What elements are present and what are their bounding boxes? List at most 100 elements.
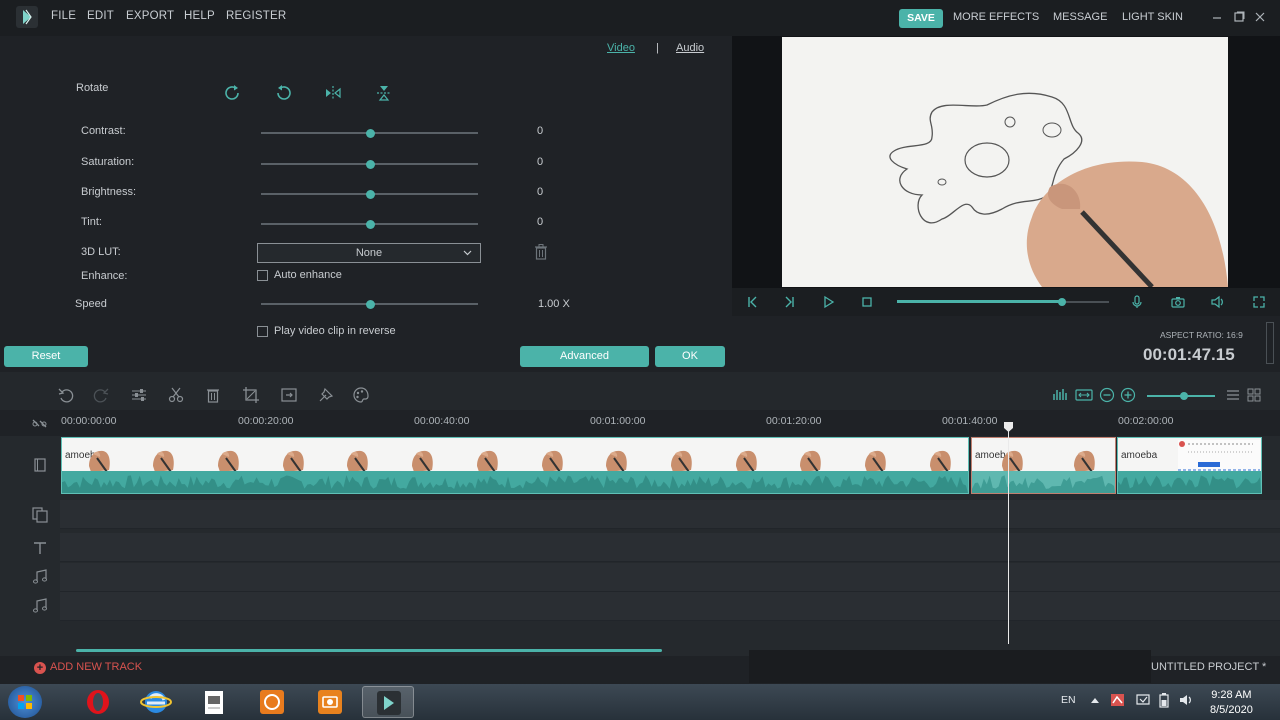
lut-select[interactable]: None (257, 243, 481, 263)
delete-icon[interactable] (204, 386, 222, 404)
auto-enhance-label: Auto enhance (274, 269, 342, 281)
list-view-icon[interactable] (1224, 386, 1242, 404)
tint-label: Tint: (81, 216, 102, 228)
speaker-icon[interactable] (1178, 692, 1194, 711)
advanced-button[interactable]: Advanced (520, 346, 649, 367)
antivirus-tray-icon[interactable] (1110, 692, 1126, 711)
ok-button[interactable]: OK (655, 346, 725, 367)
adjust-icon[interactable] (130, 386, 148, 404)
redo-icon[interactable] (92, 386, 110, 404)
trash-icon[interactable] (534, 244, 548, 260)
reverse-checkbox[interactable] (257, 326, 268, 337)
next-frame-icon[interactable] (782, 294, 798, 310)
clock-time: 9:28 AM (1211, 689, 1252, 701)
stop-icon[interactable] (859, 294, 875, 310)
language-indicator[interactable]: EN (1061, 694, 1076, 706)
skip-back-icon[interactable] (744, 294, 760, 310)
saturation-slider-knob[interactable] (365, 160, 375, 169)
rotate-clockwise-icon[interactable] (223, 83, 243, 103)
contrast-slider[interactable] (261, 129, 478, 138)
thumbnail-hand-image (347, 450, 369, 473)
tint-slider-knob[interactable] (365, 220, 375, 229)
message-link[interactable]: MESSAGE (1053, 11, 1107, 23)
action-center-icon[interactable] (1135, 692, 1151, 711)
saturation-slider[interactable] (261, 160, 478, 169)
video-clip-1[interactable]: amoeba (61, 437, 969, 494)
internet-explorer-taskbar-icon[interactable] (130, 686, 182, 718)
freeze-frame-icon[interactable] (280, 386, 298, 404)
zoom-slider-knob[interactable] (1180, 392, 1188, 400)
undo-icon[interactable] (57, 386, 75, 404)
video-clip-2[interactable]: amoeba (971, 437, 1116, 494)
battery-icon[interactable] (1158, 692, 1170, 711)
filmora-taskbar-icon[interactable] (362, 686, 414, 718)
thumbnail-hand-image (671, 450, 692, 473)
fit-timeline-icon[interactable] (1075, 386, 1093, 404)
saturation-label: Saturation: (81, 156, 135, 168)
audio-mixer-icon[interactable] (1051, 386, 1069, 404)
volume-icon[interactable] (1210, 294, 1226, 310)
menu-register[interactable]: REGISTER (226, 10, 286, 22)
track-row-video2[interactable] (60, 500, 1280, 529)
playhead-line[interactable] (1008, 424, 1009, 644)
tab-video[interactable]: Video (607, 42, 635, 54)
video-clip-3[interactable]: amoeba (1117, 437, 1262, 494)
brightness-slider[interactable] (261, 190, 478, 199)
maximize-icon[interactable] (1231, 9, 1247, 25)
light-skin-link[interactable]: LIGHT SKIN (1122, 11, 1183, 23)
tab-audio[interactable]: Audio (676, 42, 704, 54)
cut-icon[interactable] (167, 386, 185, 404)
clock-date: 8/5/2020 (1210, 704, 1253, 716)
camera-icon[interactable] (1170, 294, 1186, 310)
menu-export[interactable]: EXPORT (126, 10, 174, 22)
zoom-out-icon[interactable] (1098, 386, 1116, 404)
taskbar-clock[interactable]: 9:28 AM 8/5/2020 (1210, 688, 1253, 718)
speed-slider-knob[interactable] (365, 300, 375, 309)
preview-side-handle[interactable] (1266, 322, 1274, 364)
presentation-taskbar-icon[interactable] (246, 686, 298, 718)
show-hidden-icons-icon[interactable] (1089, 692, 1101, 711)
camera-app-taskbar-icon[interactable] (304, 686, 356, 718)
track-row-audio2[interactable] (60, 592, 1280, 621)
timeline-scrollbar[interactable] (76, 649, 662, 652)
microphone-icon[interactable] (1129, 294, 1145, 310)
grid-view-icon[interactable] (1245, 386, 1263, 404)
speed-label: Speed (75, 298, 107, 310)
more-effects-link[interactable]: MORE EFFECTS (953, 11, 1039, 23)
link-icon[interactable] (31, 415, 49, 433)
crop-icon[interactable] (242, 386, 260, 404)
add-new-track-button[interactable]: + ADD NEW TRACK (34, 661, 142, 674)
speed-slider[interactable] (261, 300, 478, 309)
thumbnail-hand-image (541, 450, 563, 473)
auto-enhance-checkbox[interactable] (257, 270, 268, 281)
chevron-down-icon (463, 244, 472, 268)
track-row-audio1[interactable] (60, 563, 1280, 592)
opera-taskbar-icon[interactable] (72, 686, 124, 718)
menu-help[interactable]: HELP (184, 10, 215, 22)
effects-pin-icon[interactable] (317, 386, 335, 404)
tint-slider[interactable] (261, 220, 478, 229)
menu-edit[interactable]: EDIT (87, 10, 114, 22)
thumbnail-hand-image (606, 450, 628, 473)
play-icon[interactable] (820, 294, 836, 310)
color-palette-icon[interactable] (352, 386, 370, 404)
flip-horizontal-icon[interactable] (323, 83, 343, 103)
rotate-counterclockwise-icon[interactable] (273, 83, 293, 103)
contrast-slider-knob[interactable] (365, 129, 375, 138)
thumbnail-hand-image (153, 450, 175, 473)
brightness-slider-knob[interactable] (365, 190, 375, 199)
reset-button[interactable]: Reset (4, 346, 88, 367)
clip-name-3: amoeba (1121, 450, 1158, 461)
track-row-text[interactable] (60, 533, 1280, 562)
save-button[interactable]: SAVE (899, 9, 943, 28)
start-button-icon[interactable] (8, 686, 42, 718)
menu-file[interactable]: FILE (51, 10, 76, 22)
close-icon[interactable] (1252, 9, 1268, 25)
minimize-icon[interactable] (1209, 9, 1225, 25)
lut-label: 3D LUT: (81, 246, 121, 258)
zoom-in-icon[interactable] (1119, 386, 1137, 404)
flip-vertical-icon[interactable] (374, 83, 394, 103)
fullscreen-icon[interactable] (1251, 294, 1267, 310)
document-taskbar-icon[interactable] (188, 686, 240, 718)
saturation-value: 0 (537, 156, 544, 168)
